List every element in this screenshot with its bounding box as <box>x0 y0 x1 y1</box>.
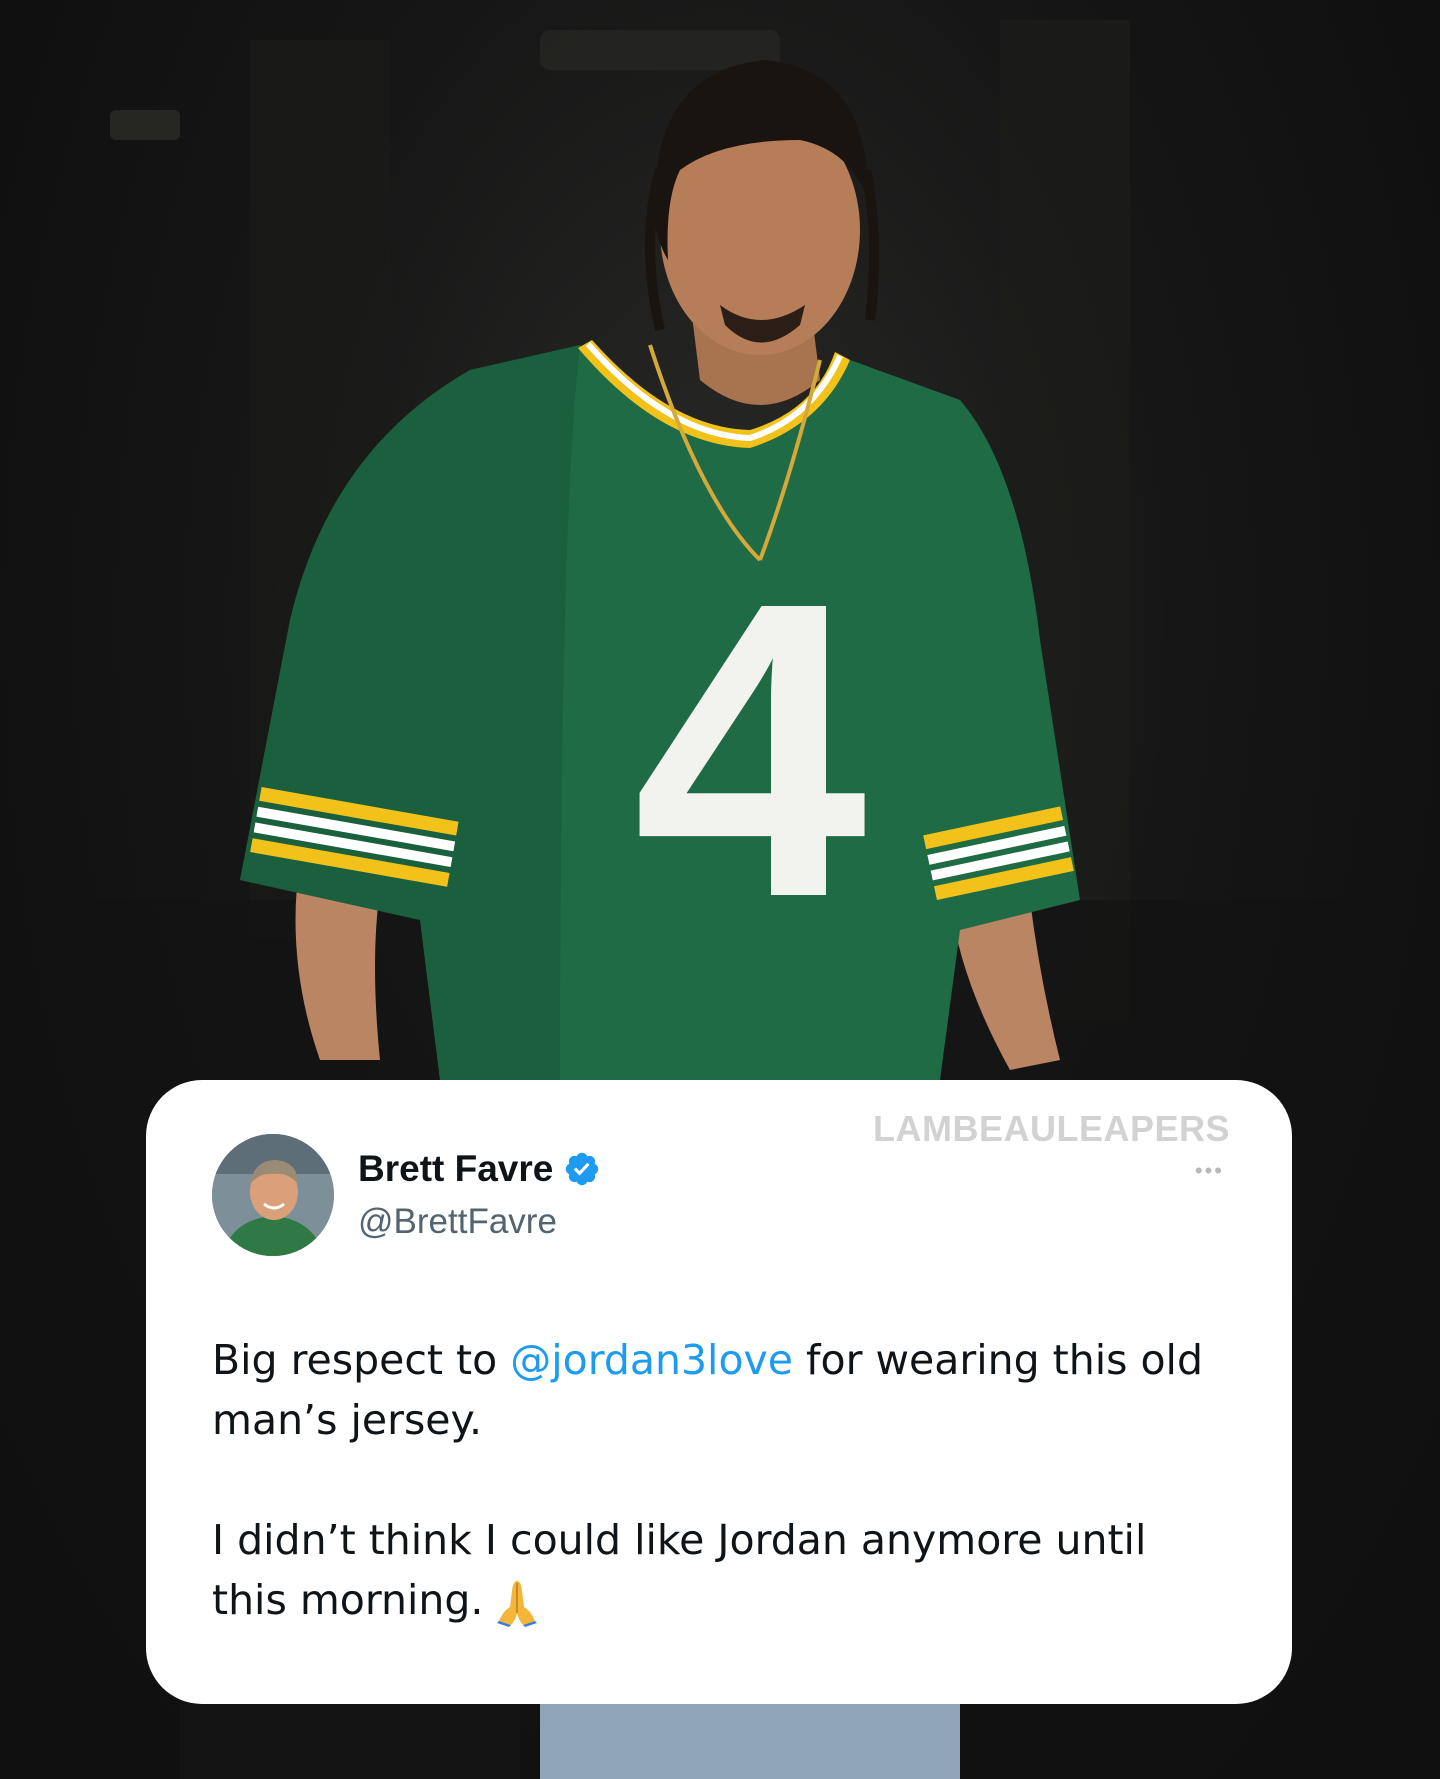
tweet-text: Big respect to @jordan3love for wearing … <box>212 1330 1232 1690</box>
avatar-image <box>212 1134 334 1256</box>
author-handle[interactable]: @BrettFavre <box>358 1202 557 1242</box>
tweet-paragraph-1: Big respect to @jordan3love for wearing … <box>212 1330 1232 1450</box>
watermark: LAMBEAULEAPERS <box>872 1108 1230 1149</box>
tweet-card: LAMBEAULEAPERS ••• Brett Favre @BrettFav… <box>146 1080 1292 1704</box>
jersey-number: 4 <box>633 516 869 985</box>
tweet-text-part: I didn’t think I could like Jordan anymo… <box>212 1516 1147 1624</box>
author-row: Brett Favre <box>358 1148 601 1190</box>
verified-badge-icon <box>566 1152 599 1186</box>
more-dots-icon[interactable]: ••• <box>1195 1158 1224 1184</box>
tweet-text-part: Big respect to <box>212 1336 511 1384</box>
tweet-paragraph-2: I didn’t think I could like Jordan anymo… <box>212 1510 1232 1630</box>
post-image: 4 LAMBEAULEAPERS ••• Brett Favre @BrettF… <box>0 0 1440 1779</box>
mention-link[interactable]: @jordan3love <box>510 1336 793 1384</box>
author-name[interactable]: Brett Favre <box>358 1148 553 1190</box>
avatar[interactable] <box>212 1134 334 1256</box>
folded-hands-icon <box>497 1581 538 1627</box>
